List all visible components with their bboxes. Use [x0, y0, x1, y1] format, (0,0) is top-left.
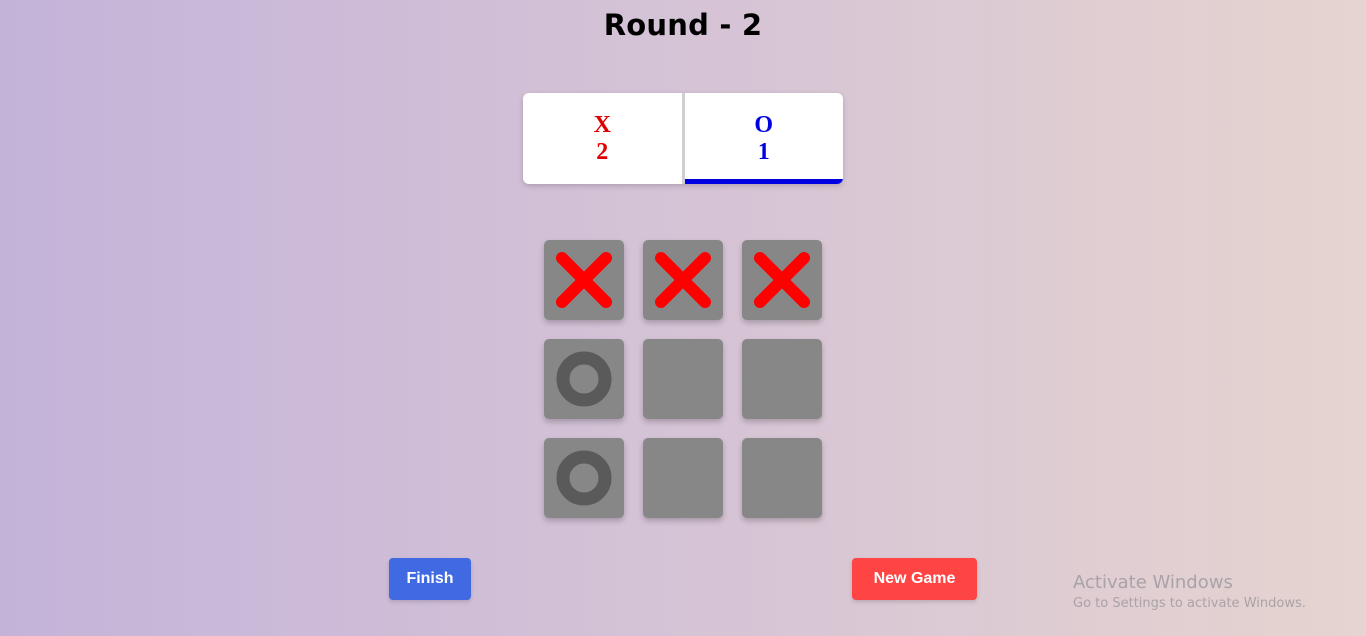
board-cell-6[interactable]: [742, 339, 822, 419]
board-cell-2[interactable]: [643, 240, 723, 320]
scoreboard: X 2 O 1: [523, 93, 843, 184]
o-mark-icon: [556, 450, 612, 506]
board-cell-5[interactable]: [643, 339, 723, 419]
score-panel-o: O 1: [684, 93, 844, 184]
round-title: Round - 2: [603, 8, 763, 42]
player-o-score: 1: [757, 138, 770, 165]
player-x-score: 2: [596, 138, 609, 165]
score-panel-x: X 2: [523, 93, 685, 184]
board-cell-3[interactable]: [742, 240, 822, 320]
finish-button[interactable]: Finish: [389, 558, 471, 600]
watermark-title: Activate Windows: [1073, 572, 1233, 593]
board-cell-9[interactable]: [742, 438, 822, 518]
board-cell-8[interactable]: [643, 438, 723, 518]
player-o-symbol: O: [754, 111, 774, 138]
board-cell-7[interactable]: [544, 438, 624, 518]
activate-windows-watermark: Activate Windows Go to Settings to activ…: [1073, 572, 1306, 614]
player-x-symbol: X: [593, 111, 611, 138]
watermark-subtitle: Go to Settings to activate Windows.: [1073, 596, 1306, 611]
new-game-button[interactable]: New Game: [852, 558, 977, 600]
x-mark-icon: [556, 252, 612, 308]
board-cell-4[interactable]: [544, 339, 624, 419]
x-mark-icon: [655, 252, 711, 308]
game-board: [544, 240, 822, 518]
o-mark-icon: [556, 351, 612, 407]
x-mark-icon: [754, 252, 810, 308]
board-cell-1[interactable]: [544, 240, 624, 320]
